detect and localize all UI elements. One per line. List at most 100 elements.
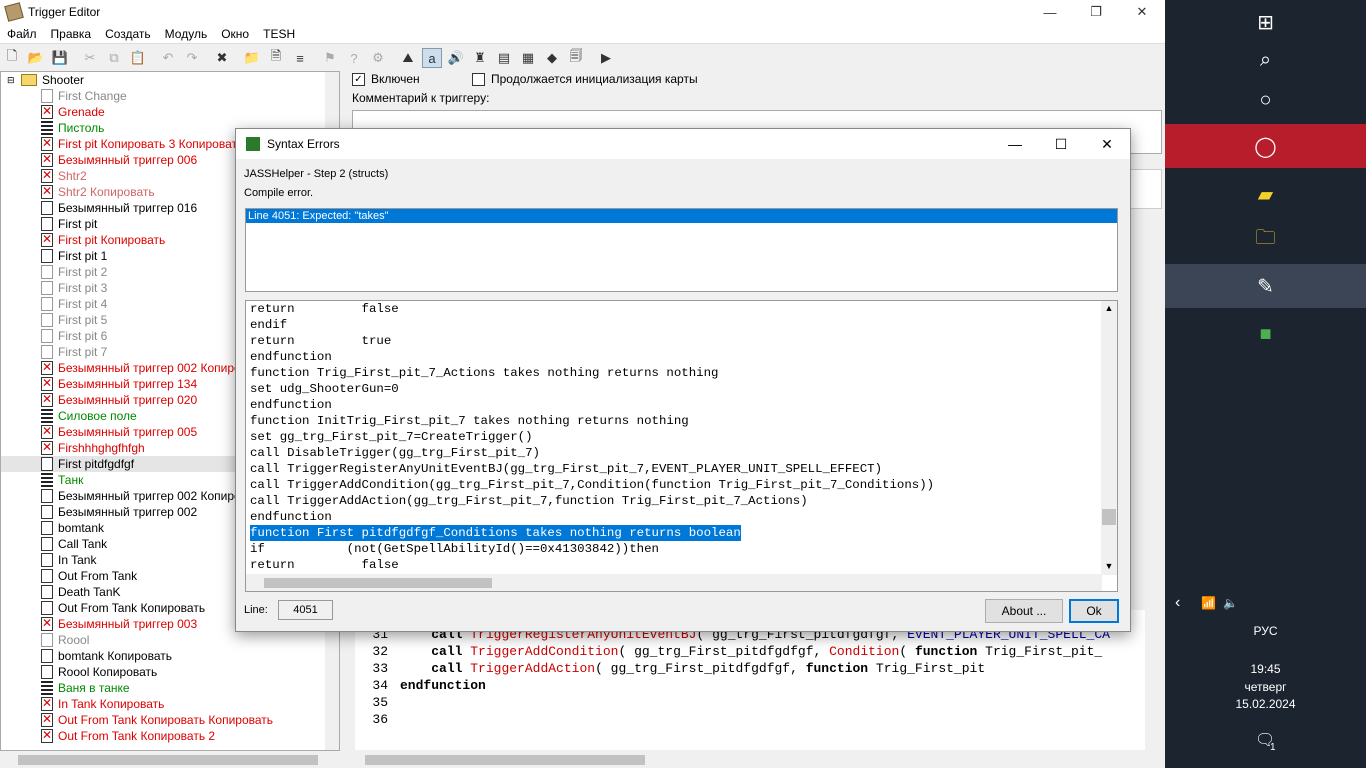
code-line[interactable]: 32 call TriggerAddCondition( gg_trg_Firs… — [355, 644, 1145, 661]
paste-icon[interactable]: 📋 — [128, 48, 148, 68]
error-item[interactable]: Line 4051: Expected: "takes" — [246, 209, 1117, 223]
error-list[interactable]: Line 4051: Expected: "takes" — [245, 208, 1118, 292]
redo-icon[interactable]: ↷ — [182, 48, 202, 68]
language-indicator[interactable]: РУС — [1165, 624, 1366, 638]
source-horizontal-scrollbar[interactable] — [246, 574, 1102, 591]
tree-hscroll-thumb[interactable] — [18, 755, 318, 765]
ai-editor-icon[interactable]: ▦ — [518, 48, 538, 68]
test-map-icon[interactable]: ▶ — [596, 48, 616, 68]
ok-button[interactable]: Ok — [1069, 599, 1119, 623]
minimize-button[interactable]: — — [1027, 0, 1073, 24]
new-trigger-icon[interactable]: 🗎 — [266, 48, 286, 68]
tree-item[interactable]: In Tank Копировать — [1, 696, 327, 712]
new-category-icon[interactable]: 📁 — [242, 48, 262, 68]
tree-item[interactable]: Out From Tank Копировать 2 — [1, 728, 327, 744]
new-event-icon[interactable]: ⚑ — [320, 48, 340, 68]
scroll-down-icon[interactable]: ▼ — [1101, 561, 1117, 571]
code-line[interactable]: 36 — [355, 712, 1145, 729]
code-line[interactable]: 34 endfunction — [355, 678, 1145, 695]
tree-item[interactable]: bomtank Копировать — [1, 648, 327, 664]
campaign-editor-icon[interactable]: ▤ — [494, 48, 514, 68]
object-manager-icon[interactable]: 🗐 — [566, 48, 586, 68]
tree-item[interactable]: Ваня в танке — [1, 680, 327, 696]
search-icon[interactable]: ⌕ — [1165, 38, 1366, 82]
maximize-button[interactable]: ❐ — [1073, 0, 1119, 24]
code-hscroll-thumb[interactable] — [365, 755, 645, 765]
dialog-close-button[interactable]: ✕ — [1084, 129, 1130, 159]
task-view-icon[interactable]: ○ — [1165, 78, 1366, 122]
chevron-left-icon[interactable]: ‹ — [1175, 594, 1180, 612]
menu-module[interactable]: Модуль — [158, 27, 215, 41]
dialog-maximize-button[interactable]: ☐ — [1038, 129, 1084, 159]
tree-item[interactable]: Grenade — [1, 104, 327, 120]
init-checkbox-row[interactable]: Продолжается инициализация карты — [472, 72, 698, 86]
file-explorer-icon[interactable]: 🗀 — [1165, 218, 1366, 262]
source-vertical-scrollbar[interactable]: ▲ ▼ — [1101, 301, 1117, 575]
new-icon[interactable]: 🗋 — [2, 48, 22, 68]
comment-trigger-icon — [41, 473, 53, 487]
jasshelper-taskbar-icon[interactable]: ■ — [1165, 312, 1366, 356]
code-line[interactable]: 33 call TriggerAddAction( gg_trg_First_p… — [355, 661, 1145, 678]
init-checkbox[interactable] — [472, 72, 485, 86]
tree-item-label: Out From Tank — [58, 569, 138, 583]
trigger-icon — [41, 457, 53, 471]
open-icon[interactable]: 📂 — [26, 48, 46, 68]
trigger-icon — [41, 665, 53, 679]
source-line-text: endfunction — [250, 350, 332, 364]
tree-item-label: Безымянный триггер 020 — [58, 393, 198, 407]
code-text: call TriggerAddAction( gg_trg_First_pitd… — [400, 661, 985, 678]
new-condition-icon[interactable]: ? — [344, 48, 364, 68]
error-trigger-icon — [41, 136, 53, 151]
menu-create[interactable]: Создать — [98, 27, 158, 41]
code-line[interactable]: 35 — [355, 695, 1145, 712]
tree-item-label: Grenade — [58, 105, 105, 119]
init-label: Продолжается инициализация карты — [491, 72, 698, 86]
terrain-editor-icon[interactable]: ⛰ — [398, 48, 418, 68]
wifi-icon[interactable]: 📶 — [1201, 596, 1216, 610]
copy-icon[interactable]: ⧉ — [104, 48, 124, 68]
close-button[interactable]: ✕ — [1119, 0, 1165, 24]
trigger-editor-icon[interactable]: a — [422, 48, 442, 68]
dialog-minimize-button[interactable]: — — [992, 129, 1038, 159]
cut-icon[interactable]: ✂ — [80, 48, 100, 68]
tree-item[interactable]: Roool Копировать — [1, 664, 327, 680]
menu-file[interactable]: Файл — [0, 27, 44, 41]
line-number-field[interactable]: 4051 — [278, 600, 333, 620]
menu-window[interactable]: Окно — [214, 27, 256, 41]
source-line: function First pitdfgdfgf_Conditions tak… — [250, 525, 934, 541]
enabled-checkbox-row[interactable]: ✓ Включен — [352, 72, 420, 86]
menu-tesh[interactable]: TESH — [256, 27, 302, 41]
tree-root[interactable]: ⊟ Shooter — [1, 72, 327, 88]
tree-item[interactable]: First Change — [1, 88, 327, 104]
about-button[interactable]: About ... — [985, 599, 1063, 623]
tree-item[interactable]: Roool — [1, 632, 327, 648]
trigger-icon — [41, 297, 53, 311]
enabled-checkbox[interactable]: ✓ — [352, 72, 365, 86]
opera-icon[interactable]: ◯ — [1165, 124, 1366, 168]
undo-icon[interactable]: ↶ — [158, 48, 178, 68]
tree-item-label: Пистоль — [58, 121, 105, 135]
menu-edit[interactable]: Правка — [44, 27, 99, 41]
import-manager-icon[interactable]: ◆ — [542, 48, 562, 68]
source-view[interactable]: return false endif return true endfunction f… — [245, 300, 1118, 592]
save-icon[interactable]: 💾 — [50, 48, 70, 68]
horizontal-scrollbar[interactable] — [0, 752, 1165, 768]
new-action-icon[interactable]: ⚙ — [368, 48, 388, 68]
trigger-icon — [41, 313, 53, 327]
scroll-thumb[interactable] — [1102, 509, 1116, 525]
tesh-icon[interactable]: ✖ — [212, 48, 232, 68]
object-editor-icon[interactable]: ♜ — [470, 48, 490, 68]
new-comment-icon[interactable]: ≡ — [290, 48, 310, 68]
world-editor-icon[interactable]: ✎ — [1165, 264, 1366, 308]
sound-editor-icon[interactable]: 🔊 — [446, 48, 466, 68]
code-token: call — [431, 644, 471, 659]
tree-item[interactable]: Out From Tank Копировать Копировать — [1, 712, 327, 728]
clock-time[interactable]: 19:45 — [1165, 662, 1366, 676]
collapse-icon[interactable]: ⊟ — [7, 75, 17, 86]
scroll-up-icon[interactable]: ▲ — [1101, 303, 1117, 313]
error-source-line: function First pitdfgdfgf_Conditions tak… — [250, 525, 741, 541]
sticky-notes-icon[interactable]: ▰ — [1165, 172, 1366, 216]
h-scroll-thumb[interactable] — [264, 578, 492, 588]
code-scrollbar[interactable] — [1149, 231, 1165, 751]
volume-icon[interactable]: 🔈 — [1223, 596, 1238, 610]
